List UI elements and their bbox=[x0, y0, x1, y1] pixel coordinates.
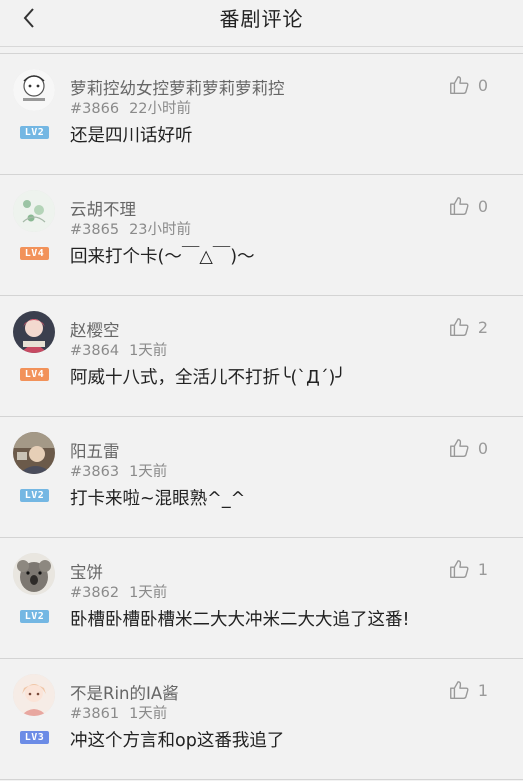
like-count: 0 bbox=[477, 438, 488, 458]
thumbs-up-icon bbox=[449, 681, 469, 699]
comment-list: LV2 萝莉控幼女控萝莉萝莉萝莉控 #3866 22小时前 还是四川话好听 0 L… bbox=[0, 53, 523, 780]
comment-text: 打卡来啦~混眼熟^_^ bbox=[70, 489, 246, 509]
floor-number: #3863 bbox=[70, 464, 120, 480]
thumbs-up-icon bbox=[449, 76, 469, 94]
like-count: 1 bbox=[477, 559, 488, 579]
thumbs-up-icon bbox=[449, 560, 469, 578]
timestamp: 22小时前 bbox=[129, 101, 192, 117]
username[interactable]: 赵樱空 bbox=[70, 317, 120, 341]
thumbs-up-icon bbox=[449, 439, 469, 457]
username[interactable]: 宝饼 bbox=[70, 559, 103, 583]
username[interactable]: 云胡不理 bbox=[70, 196, 136, 220]
thumbs-up-icon bbox=[449, 197, 469, 215]
floor-number: #3866 bbox=[70, 101, 120, 117]
level-badge: LV4 bbox=[20, 368, 49, 381]
level-badge: LV2 bbox=[20, 610, 49, 623]
comment-text: 卧槽卧槽卧槽米二大大冲米二大大追了这番! bbox=[70, 610, 410, 630]
avatar[interactable] bbox=[13, 674, 55, 716]
comment-meta: #3866 22小时前 bbox=[70, 97, 191, 118]
floor-number: #3865 bbox=[70, 222, 120, 238]
username[interactable]: 阳五雷 bbox=[70, 438, 120, 462]
like-count: 0 bbox=[477, 196, 488, 216]
comment-item: LV4 云胡不理 #3865 23小时前 回来打个卡(～￣△￣)～ 0 bbox=[0, 174, 523, 295]
comment-meta: #3863 1天前 bbox=[70, 460, 167, 481]
like-count: 2 bbox=[477, 317, 488, 337]
avatar[interactable] bbox=[13, 311, 55, 353]
like-count: 0 bbox=[477, 75, 488, 95]
timestamp: 1天前 bbox=[129, 343, 168, 359]
comment-item: LV2 阳五雷 #3863 1天前 打卡来啦~混眼熟^_^ 0 bbox=[0, 416, 523, 537]
comment-meta: #3864 1天前 bbox=[70, 339, 167, 360]
comment-meta: #3861 1天前 bbox=[70, 702, 167, 723]
comment-meta: #3865 23小时前 bbox=[70, 218, 191, 239]
comment-item: LV2 萝莉控幼女控萝莉萝莉萝莉控 #3866 22小时前 还是四川话好听 0 bbox=[0, 53, 523, 174]
comment-text: 还是四川话好听 bbox=[70, 126, 193, 146]
floor-number: #3864 bbox=[70, 343, 120, 359]
like-button[interactable]: 0 bbox=[448, 437, 488, 459]
avatar[interactable] bbox=[13, 432, 55, 474]
like-count: 1 bbox=[477, 680, 488, 700]
floor-number: #3861 bbox=[70, 706, 120, 722]
header: 番剧评论 bbox=[0, 0, 523, 47]
like-button[interactable]: 0 bbox=[448, 195, 488, 217]
timestamp: 1天前 bbox=[129, 464, 168, 480]
like-button[interactable]: 1 bbox=[448, 558, 488, 580]
avatar[interactable] bbox=[13, 190, 55, 232]
level-badge: LV2 bbox=[20, 126, 49, 139]
timestamp: 23小时前 bbox=[129, 222, 192, 238]
page-title: 番剧评论 bbox=[219, 7, 304, 31]
like-button[interactable]: 0 bbox=[448, 74, 488, 96]
comment-text: 阿威十八式，全活儿不打折╰(`Д´)╯ bbox=[70, 368, 346, 388]
comment-text: 冲这个方言和op这番我追了 bbox=[70, 731, 285, 751]
level-badge: LV2 bbox=[20, 489, 49, 502]
comment-item: LV3 不是Rin的IA酱 #3861 1天前 冲这个方言和op这番我追了 1 bbox=[0, 658, 523, 780]
timestamp: 1天前 bbox=[129, 706, 168, 722]
thumbs-up-icon bbox=[449, 318, 469, 336]
level-badge: LV4 bbox=[20, 247, 49, 260]
username[interactable]: 不是Rin的IA酱 bbox=[70, 680, 179, 704]
like-button[interactable]: 2 bbox=[448, 316, 488, 338]
comment-item: LV2 宝饼 #3862 1天前 卧槽卧槽卧槽米二大大冲米二大大追了这番! 1 bbox=[0, 537, 523, 658]
timestamp: 1天前 bbox=[129, 585, 168, 601]
avatar[interactable] bbox=[13, 553, 55, 595]
comment-text: 回来打个卡(～￣△￣)～ bbox=[70, 247, 255, 267]
username[interactable]: 萝莉控幼女控萝莉萝莉萝莉控 bbox=[70, 75, 285, 99]
floor-number: #3862 bbox=[70, 585, 120, 601]
avatar[interactable] bbox=[13, 69, 55, 111]
comment-meta: #3862 1天前 bbox=[70, 581, 167, 602]
level-badge: LV3 bbox=[20, 731, 49, 744]
like-button[interactable]: 1 bbox=[448, 679, 488, 701]
comment-item: LV4 赵樱空 #3864 1天前 阿威十八式，全活儿不打折╰(`Д´)╯ 2 bbox=[0, 295, 523, 416]
